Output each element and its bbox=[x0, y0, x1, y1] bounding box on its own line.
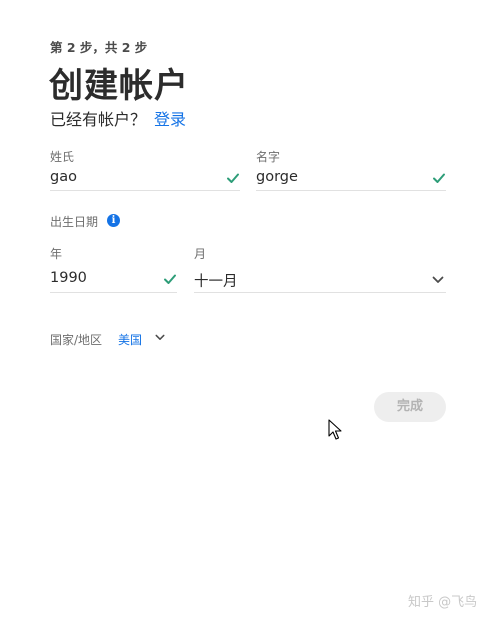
month-label: 月 bbox=[194, 247, 207, 261]
step-indicator: 第 2 步，共 2 步 bbox=[50, 40, 148, 55]
done-button[interactable]: 完成 bbox=[374, 392, 446, 422]
month-select[interactable]: 十一月 bbox=[194, 267, 446, 294]
signin-row: 已经有帐户？ 登录 bbox=[50, 106, 186, 130]
checkmark-icon bbox=[433, 173, 445, 183]
chevron-down-icon bbox=[432, 276, 444, 283]
month-value: 十一月 bbox=[194, 274, 238, 290]
month-underline bbox=[194, 292, 446, 293]
first-name-underline bbox=[256, 190, 446, 191]
chevron-down-icon[interactable] bbox=[155, 334, 165, 341]
first-name-value: gorge bbox=[256, 169, 298, 185]
checkmark-icon bbox=[164, 274, 176, 284]
info-icon[interactable]: i bbox=[107, 214, 120, 227]
have-account-text: 已经有帐户？ bbox=[50, 110, 147, 129]
checkmark-icon bbox=[227, 173, 239, 183]
last-name-underline bbox=[50, 190, 240, 191]
last-name-value: gao bbox=[50, 169, 77, 185]
year-value: 1990 bbox=[50, 270, 87, 286]
page-title: 创建帐户 bbox=[49, 66, 189, 106]
country-value: 美国 bbox=[118, 333, 143, 347]
dob-label: 出生日期 bbox=[50, 215, 99, 229]
country-select[interactable]: 美国 bbox=[118, 331, 142, 348]
last-name-field[interactable]: gao bbox=[50, 166, 240, 192]
first-name-field[interactable]: gorge bbox=[256, 166, 446, 192]
watermark: 知乎 @飞鸟 bbox=[408, 595, 478, 610]
signin-link[interactable]: 登录 bbox=[154, 110, 186, 129]
mouse-cursor-icon bbox=[328, 419, 342, 440]
first-name-label: 名字 bbox=[256, 150, 281, 164]
year-underline bbox=[50, 292, 177, 293]
year-label: 年 bbox=[50, 247, 63, 261]
year-field[interactable]: 1990 bbox=[50, 267, 177, 294]
last-name-label: 姓氏 bbox=[50, 150, 75, 164]
country-label: 国家/地区 bbox=[50, 333, 103, 347]
